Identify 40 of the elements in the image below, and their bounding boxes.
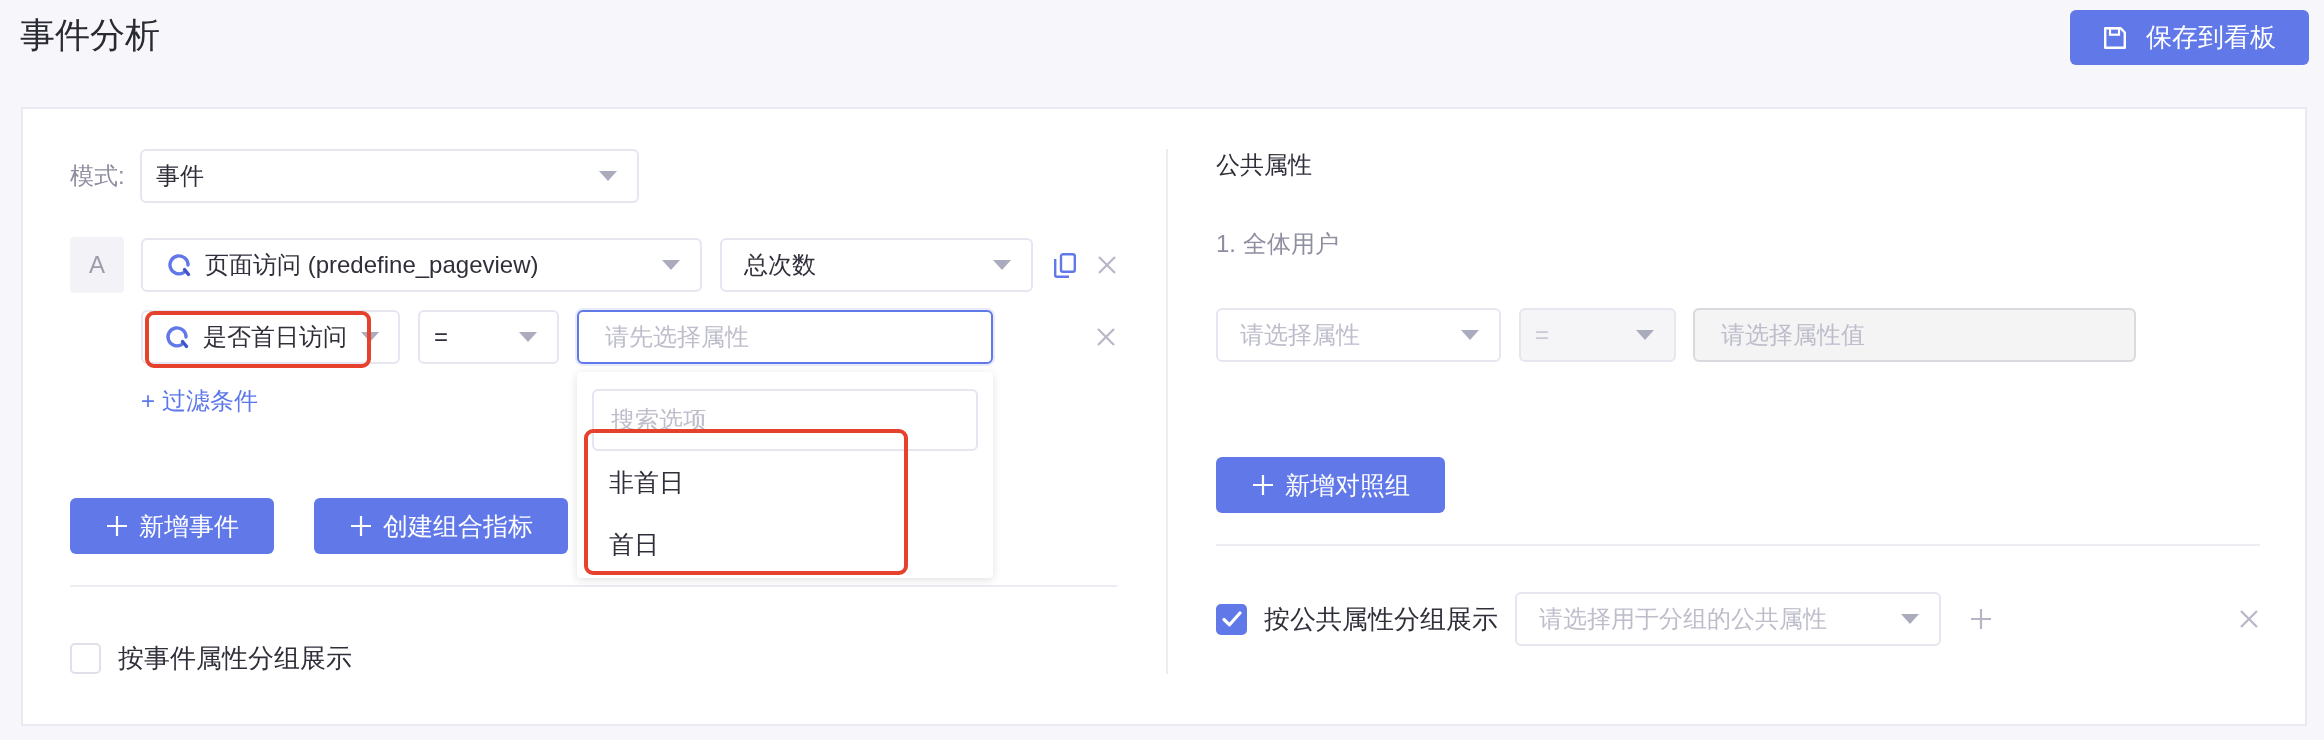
group-label: 1. 全体用户 (1216, 229, 1340, 259)
caret-icon (599, 171, 617, 181)
caret-icon (993, 260, 1011, 270)
save-button[interactable]: 保存到看板 (2070, 10, 2309, 65)
close-icon[interactable] (1097, 328, 1115, 346)
event-select[interactable]: 页面访问 (predefine_pageview) (141, 238, 702, 292)
event-index-badge: A (70, 237, 124, 293)
close-icon[interactable] (2240, 610, 2258, 628)
dropdown-option[interactable]: 非首日 (592, 451, 978, 513)
mode-label: 模式: (70, 161, 126, 191)
plus-icon[interactable] (1971, 609, 1991, 629)
ring-icon (165, 325, 189, 349)
checkbox[interactable] (1216, 603, 1247, 635)
add-filter-link[interactable]: + 过滤条件 (141, 386, 258, 416)
plus-icon (107, 516, 127, 536)
caret-icon (662, 260, 680, 270)
check-icon (1221, 611, 1242, 627)
section-title: 公共属性 (1216, 150, 1313, 180)
checkbox-label: 按公共属性分组展示 (1264, 602, 1498, 636)
caret-icon (1461, 330, 1479, 340)
add-button[interactable]: 新增事件 (70, 498, 274, 554)
close-icon[interactable] (1098, 256, 1116, 274)
copy-icon[interactable] (1054, 252, 1076, 278)
caret-icon (361, 332, 379, 342)
operator-select[interactable]: = (418, 310, 559, 364)
add-button[interactable]: 创建组合指标 (314, 498, 568, 554)
caret-icon (1636, 330, 1654, 340)
mode-select[interactable]: 事件 (140, 149, 639, 203)
add-group-button[interactable]: 新增对照组 (1216, 457, 1445, 513)
plus-icon (351, 516, 371, 536)
value-input[interactable]: 请先选择属性 (577, 310, 993, 364)
checkbox-label: 按事件属性分组展示 (118, 642, 352, 675)
ring-icon (167, 253, 191, 277)
dropdown-option[interactable]: 首日 (592, 513, 978, 575)
page-title: 事件分析 (20, 14, 160, 56)
caret-icon (519, 332, 537, 342)
plus-icon (1253, 475, 1273, 495)
metric-select[interactable]: 总次数 (720, 238, 1033, 292)
caret-icon (1901, 614, 1919, 624)
save-icon (2103, 26, 2126, 49)
